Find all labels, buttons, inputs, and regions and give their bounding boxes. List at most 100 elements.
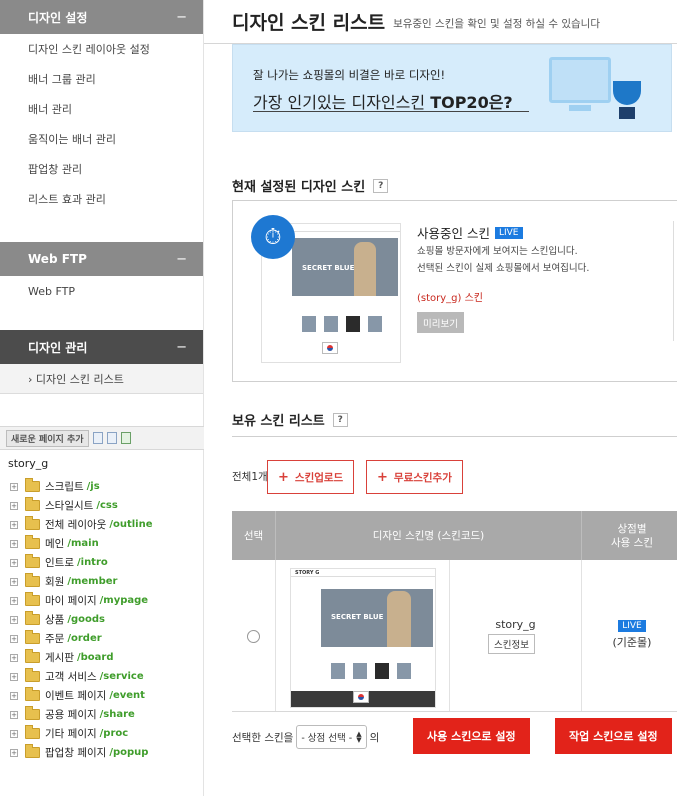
tree-item[interactable]: + 상품/goods <box>10 610 153 629</box>
skin-info-button[interactable]: 스킨정보 <box>488 634 535 654</box>
korea-flag-icon <box>322 342 338 354</box>
expand-icon[interactable]: + <box>10 634 18 643</box>
sidebar-item-banner-group[interactable]: 배너 그룹 관리 <box>0 64 203 94</box>
tree-item-label: 게시판 <box>45 652 74 664</box>
thumb-cell: STORY G SECRET BLUE <box>276 560 450 711</box>
bottom-suffix: 의 <box>369 731 380 744</box>
expand-icon[interactable]: + <box>10 748 18 757</box>
expand-icon[interactable]: + <box>10 596 18 605</box>
folder-icon <box>25 611 40 625</box>
folder-icon <box>25 687 40 701</box>
tree-item-label: 팝업창 페이지 <box>45 747 107 759</box>
help-icon[interactable]: ? <box>373 178 389 193</box>
collapse-icon[interactable]: − <box>176 10 187 25</box>
tree-root[interactable]: story_g <box>8 457 48 470</box>
free-skin-add-button[interactable]: + 무료스킨추가 <box>366 460 463 494</box>
preview-button[interactable]: 미리보기 <box>417 312 464 333</box>
sidebar: 디자인 설정 − 디자인 스킨 레이아웃 설정 배너 그룹 관리 배너 관리 움… <box>0 0 204 796</box>
folder-icon <box>25 516 40 530</box>
tree-item-label: 전체 레이아웃 <box>45 519 107 531</box>
expand-icon[interactable]: + <box>10 539 18 548</box>
sidebar-item-popup[interactable]: 팝업창 관리 <box>0 154 203 184</box>
set-work-skin-button[interactable]: 작업 스킨으로 설정 <box>555 718 672 754</box>
tree-item[interactable]: + 인트로/intro <box>10 553 153 572</box>
folder-icon <box>25 535 40 549</box>
section-design-settings[interactable]: 디자인 설정 − <box>0 0 203 34</box>
expand-icon[interactable]: + <box>10 558 18 567</box>
expand-all-icon[interactable] <box>92 432 103 444</box>
tree-item[interactable]: + 스타일시트/css <box>10 496 153 515</box>
refresh-icon[interactable] <box>120 432 131 444</box>
new-page-button[interactable]: 새로운 페이지 추가 <box>6 429 89 447</box>
tree-item[interactable]: + 기타 페이지/proc <box>10 724 153 743</box>
expand-icon[interactable]: + <box>10 710 18 719</box>
expand-icon[interactable]: + <box>10 672 18 681</box>
tree-item[interactable]: + 스크립트/js <box>10 477 153 496</box>
skin-name: story_g <box>495 618 536 631</box>
tree-item[interactable]: + 주문/order <box>10 629 153 648</box>
folder-icon <box>25 668 40 682</box>
divider <box>673 221 674 341</box>
tree-item[interactable]: + 회원/member <box>10 572 153 591</box>
help-icon[interactable]: ? <box>332 412 348 427</box>
expand-icon[interactable]: + <box>10 691 18 700</box>
thumb-product <box>346 316 360 332</box>
sidebar-item-moving-banner[interactable]: 움직이는 배너 관리 <box>0 124 203 154</box>
desc-line: 선택된 스킨이 실제 쇼핑몰에서 보여집니다. <box>417 263 590 274</box>
collapse-icon[interactable]: − <box>176 340 187 355</box>
folder-icon <box>25 744 40 758</box>
expand-icon[interactable]: + <box>10 577 18 586</box>
thumb-product <box>324 316 338 332</box>
section-web-ftp[interactable]: Web FTP − <box>0 242 203 276</box>
sidebar-item-skin-list[interactable]: › 디자인 스킨 리스트 <box>0 364 203 394</box>
tree-item-path: /css <box>96 500 118 511</box>
title-bar: 디자인 스킨 리스트 보유중인 스킨을 확인 및 설정 하실 수 있습니다 <box>204 0 677 44</box>
select-arrows-icon: ▲ ▼ <box>356 730 362 744</box>
clock-icon: ⏱ <box>251 215 295 259</box>
expand-icon[interactable]: + <box>10 501 18 510</box>
expand-icon[interactable]: + <box>10 729 18 738</box>
current-skin-box: SECRET BLUE ⏱ 사용중인 스킨 LIVE 쇼핑몰 방문자에게 보여지… <box>232 200 677 382</box>
tree-item[interactable]: + 이벤트 페이지/event <box>10 686 153 705</box>
sidebar-item-list-effect[interactable]: 리스트 효과 관리 <box>0 184 203 214</box>
skin-radio[interactable] <box>247 630 260 643</box>
tree-item-path: /event <box>109 690 145 701</box>
korea-flag-icon <box>353 691 369 703</box>
collapse-icon[interactable]: − <box>176 252 187 267</box>
tree-item[interactable]: + 전체 레이아웃/outline <box>10 515 153 534</box>
thumb-brand: STORY G <box>295 570 320 576</box>
sidebar-item-banner[interactable]: 배너 관리 <box>0 94 203 124</box>
tree-item[interactable]: + 마이 페이지/mypage <box>10 591 153 610</box>
tree-item-path: /board <box>76 652 114 663</box>
tree-item[interactable]: + 메인/main <box>10 534 153 553</box>
tree-item[interactable]: + 게시판/board <box>10 648 153 667</box>
tree-item-label: 고객 서비스 <box>45 671 97 683</box>
expand-icon[interactable]: + <box>10 482 18 491</box>
promo-banner[interactable]: 잘 나가는 쇼핑몰의 비결은 바로 디자인! 가장 인기있는 디자인스킨 TOP… <box>232 44 672 132</box>
free-skin-add-label: 무료스킨추가 <box>393 471 452 484</box>
column-mall-skin: 상점별 사용 스킨 <box>611 522 653 549</box>
section-design-manage[interactable]: 디자인 관리 − <box>0 330 203 364</box>
expand-icon[interactable]: + <box>10 615 18 624</box>
tree-item-path: /goods <box>67 614 105 625</box>
skin-upload-button[interactable]: + 스킨업로드 <box>267 460 355 494</box>
tree-item[interactable]: + 공용 페이지/share <box>10 705 153 724</box>
folder-icon <box>25 725 40 739</box>
current-skin-heading-text: 현재 설정된 디자인 스킨 <box>232 180 366 195</box>
monitor-stand-icon <box>569 105 591 111</box>
expand-icon[interactable]: + <box>10 520 18 529</box>
column-select: 선택 <box>232 511 276 560</box>
section-title: 디자인 관리 <box>28 340 88 355</box>
sidebar-item-skin-layout[interactable]: 디자인 스킨 레이아웃 설정 <box>0 34 203 64</box>
sidebar-item-web-ftp[interactable]: Web FTP <box>0 276 203 306</box>
tree-item[interactable]: + 팝업창 페이지/popup <box>10 743 153 762</box>
folder-icon <box>25 478 40 492</box>
skin-thumbnail[interactable]: STORY G SECRET BLUE <box>290 568 436 708</box>
set-use-skin-button[interactable]: 사용 스킨으로 설정 <box>413 718 530 754</box>
collapse-all-icon[interactable] <box>106 432 117 444</box>
current-skin-code: (story_g) 스킨 <box>417 293 484 304</box>
tree-item[interactable]: + 고객 서비스/service <box>10 667 153 686</box>
mall-select[interactable]: - 상점 선택 - ▲ ▼ <box>296 725 367 749</box>
expand-icon[interactable]: + <box>10 653 18 662</box>
file-tree: + 스크립트/js + 스타일시트/css + 전체 레이아웃/outline + 메인/ma… <box>10 477 153 762</box>
